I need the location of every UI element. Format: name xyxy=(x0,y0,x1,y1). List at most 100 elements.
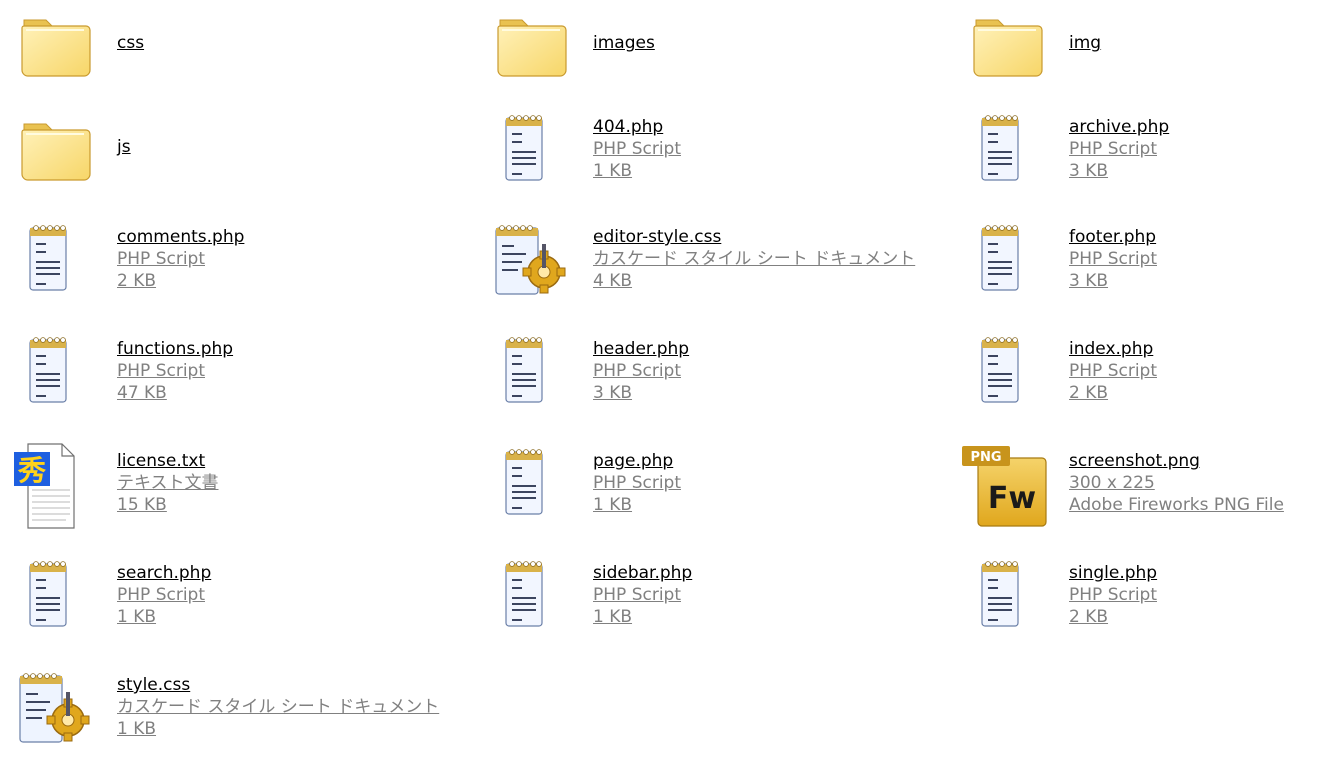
file-type: カスケード スタイル シート ドキュメント xyxy=(593,249,916,269)
css-document-icon xyxy=(482,214,592,318)
file-detail: 2 KB xyxy=(1069,607,1109,627)
file-info: archive.php PHP Script 3 KB xyxy=(1069,116,1169,182)
file-type: PHP Script xyxy=(593,361,681,381)
php-script-icon xyxy=(482,104,592,208)
file-info: images xyxy=(593,32,655,54)
svg-text:秀: 秀 xyxy=(17,454,46,487)
file-detail: 1 KB xyxy=(593,607,633,627)
file-item-img[interactable]: img xyxy=(958,0,1332,104)
text-document-icon: 秀 xyxy=(6,438,116,542)
file-info: single.php PHP Script 2 KB xyxy=(1069,562,1157,628)
file-detail: 1 KB xyxy=(117,719,157,739)
file-name: images xyxy=(593,33,655,53)
file-item-style-css[interactable]: style.css カスケード スタイル シート ドキュメント 1 KB xyxy=(6,662,476,766)
file-name: js xyxy=(117,137,131,157)
file-info: search.php PHP Script 1 KB xyxy=(117,562,211,628)
file-item-footer-php[interactable]: footer.php PHP Script 3 KB xyxy=(958,214,1332,318)
file-name: header.php xyxy=(593,339,690,359)
file-name: style.css xyxy=(117,675,191,695)
file-item-functions-php[interactable]: functions.php PHP Script 47 KB xyxy=(6,326,476,430)
file-detail: Adobe Fireworks PNG File xyxy=(1069,495,1284,515)
file-type: PHP Script xyxy=(1069,249,1157,269)
file-detail: 1 KB xyxy=(593,495,633,515)
file-info: page.php PHP Script 1 KB xyxy=(593,450,681,516)
file-item-search-php[interactable]: search.php PHP Script 1 KB xyxy=(6,550,476,654)
file-detail: 2 KB xyxy=(117,271,157,291)
file-name: search.php xyxy=(117,563,212,583)
file-name: functions.php xyxy=(117,339,234,359)
file-detail: 2 KB xyxy=(1069,383,1109,403)
file-info: editor-style.css カスケード スタイル シート ドキュメント 4 K… xyxy=(593,226,915,292)
file-item-404-php[interactable]: 404.php PHP Script 1 KB xyxy=(482,104,952,208)
file-type: テキスト文書 xyxy=(117,473,219,493)
file-name: editor-style.css xyxy=(593,227,722,247)
file-info: footer.php PHP Script 3 KB xyxy=(1069,226,1157,292)
file-type: PHP Script xyxy=(117,361,205,381)
file-info: sidebar.php PHP Script 1 KB xyxy=(593,562,692,628)
file-name: index.php xyxy=(1069,339,1154,359)
file-item-single-php[interactable]: single.php PHP Script 2 KB xyxy=(958,550,1332,654)
file-detail: 47 KB xyxy=(117,383,167,403)
file-type: PHP Script xyxy=(593,585,681,605)
file-name: sidebar.php xyxy=(593,563,693,583)
file-item-archive-php[interactable]: archive.php PHP Script 3 KB xyxy=(958,104,1332,208)
file-info: style.css カスケード スタイル シート ドキュメント 1 KB xyxy=(117,674,439,740)
file-info: css xyxy=(117,32,144,54)
file-item-comments-php[interactable]: comments.php PHP Script 2 KB xyxy=(6,214,476,318)
file-type: PHP Script xyxy=(1069,139,1157,159)
php-script-icon xyxy=(482,550,592,654)
file-info: screenshot.png 300 x 225 Adobe Fireworks P… xyxy=(1069,450,1284,516)
file-list-tile-view: css images img js 404.php PHP Script 1 K… xyxy=(0,0,1338,758)
php-script-icon xyxy=(958,550,1068,654)
file-type: カスケード スタイル シート ドキュメント xyxy=(117,697,440,717)
php-script-icon xyxy=(6,550,116,654)
file-detail: 1 KB xyxy=(117,607,157,627)
file-type: PHP Script xyxy=(593,473,681,493)
file-type: PHP Script xyxy=(117,585,205,605)
file-name: license.txt xyxy=(117,451,206,471)
file-type: PHP Script xyxy=(1069,585,1157,605)
svg-text:PNG: PNG xyxy=(970,450,1001,465)
file-item-sidebar-php[interactable]: sidebar.php PHP Script 1 KB xyxy=(482,550,952,654)
file-item-images[interactable]: images xyxy=(482,0,952,104)
file-name: page.php xyxy=(593,451,674,471)
file-item-editor-style-css[interactable]: editor-style.css カスケード スタイル シート ドキュメント 4 K… xyxy=(482,214,952,318)
folder-icon xyxy=(6,0,116,104)
file-type: PHP Script xyxy=(593,139,681,159)
file-name: 404.php xyxy=(593,117,664,137)
file-type: PHP Script xyxy=(1069,361,1157,381)
file-item-index-php[interactable]: index.php PHP Script 2 KB xyxy=(958,326,1332,430)
file-item-license-txt[interactable]: 秀 license.txt テキスト文書 15 KB xyxy=(6,438,476,542)
php-script-icon xyxy=(6,326,116,430)
file-type: 300 x 225 xyxy=(1069,473,1155,493)
php-script-icon xyxy=(958,326,1068,430)
file-detail: 1 KB xyxy=(593,161,633,181)
file-detail: 3 KB xyxy=(593,383,633,403)
file-name: img xyxy=(1069,33,1102,53)
file-info: img xyxy=(1069,32,1101,54)
fireworks-png-icon: PNG Fw xyxy=(958,438,1068,542)
file-detail: 3 KB xyxy=(1069,161,1109,181)
php-script-icon xyxy=(958,104,1068,208)
css-document-icon xyxy=(6,662,116,766)
file-item-page-php[interactable]: page.php PHP Script 1 KB xyxy=(482,438,952,542)
file-name: comments.php xyxy=(117,227,245,247)
file-info: js xyxy=(117,136,131,158)
file-name: footer.php xyxy=(1069,227,1157,247)
file-item-header-php[interactable]: header.php PHP Script 3 KB xyxy=(482,326,952,430)
file-name: single.php xyxy=(1069,563,1158,583)
file-name: archive.php xyxy=(1069,117,1170,137)
file-item-css[interactable]: css xyxy=(6,0,476,104)
file-detail: 3 KB xyxy=(1069,271,1109,291)
file-item-screenshot-png[interactable]: PNG Fw screenshot.png 300 x 225 Adobe Fire… xyxy=(958,438,1332,542)
file-detail: 15 KB xyxy=(117,495,167,515)
file-item-js[interactable]: js xyxy=(6,104,476,208)
file-info: index.php PHP Script 2 KB xyxy=(1069,338,1157,404)
folder-icon xyxy=(482,0,592,104)
php-script-icon xyxy=(6,214,116,318)
file-name: css xyxy=(117,33,145,53)
file-type: PHP Script xyxy=(117,249,205,269)
file-name: screenshot.png xyxy=(1069,451,1200,471)
file-info: header.php PHP Script 3 KB xyxy=(593,338,689,404)
php-script-icon xyxy=(958,214,1068,318)
